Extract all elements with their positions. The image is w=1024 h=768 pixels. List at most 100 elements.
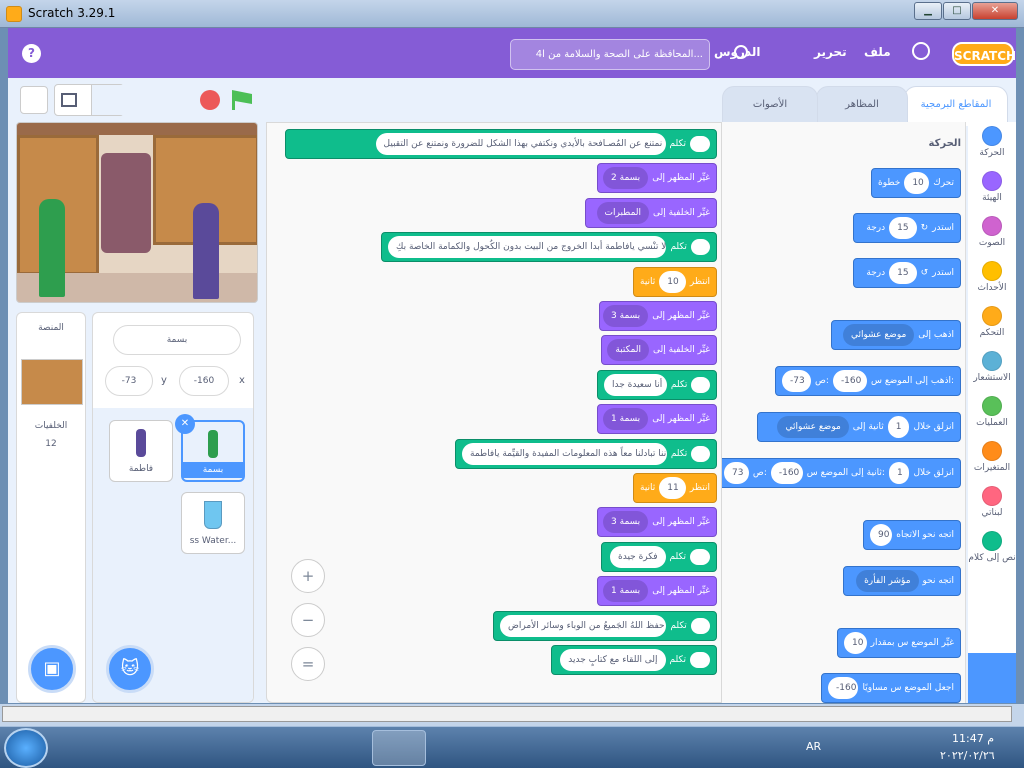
block-value-12[interactable]: فكرة جيدة xyxy=(610,545,666,568)
horizontal-scrollbar[interactable] xyxy=(2,706,1012,722)
category-5[interactable]: الاستشعار xyxy=(968,351,1016,383)
block-value-9[interactable]: بأننا تبادلنا معاً هذه المعلومات المفيدة… xyxy=(462,442,667,465)
script-block-7[interactable]: أنا سعيدة جدا تكلم xyxy=(597,369,717,400)
tab-costumes[interactable]: المظاهر xyxy=(816,86,908,124)
script-block-12[interactable]: فكرة جيدة تكلم xyxy=(601,541,717,572)
script-block-6[interactable]: المكتبة غيِّر الخلفية إلى xyxy=(601,335,717,366)
point-toward-block[interactable]: مؤشر الفأرة اتجه نحو xyxy=(843,566,961,596)
point-direction-block[interactable]: 90 اتجه نحو الاتجاه xyxy=(863,520,961,550)
category-1[interactable]: الهيئة xyxy=(968,171,1016,203)
project-title-input[interactable]: 4المحافظة على الصحة والسلامة من ا... xyxy=(510,39,710,70)
script-block-11[interactable]: بسمة 3 غيِّر المظهر إلى xyxy=(597,507,717,538)
scratch-logo[interactable]: SCRATCH xyxy=(952,42,1016,66)
glide-xy-value[interactable]: 1 xyxy=(888,462,910,484)
glide-x-value[interactable]: -160 xyxy=(770,462,803,484)
folder-icon[interactable] xyxy=(122,730,176,766)
glide-y-value[interactable]: 73 xyxy=(724,462,749,484)
category-6[interactable]: العمليات xyxy=(968,396,1016,428)
category-2[interactable]: الصوت xyxy=(968,216,1016,248)
point-value[interactable]: 90 xyxy=(870,524,893,546)
category-8[interactable]: لبناتي xyxy=(968,486,1016,518)
glide-block[interactable]: موضع عشوائي ثانية إلى 1 انزلق خلال xyxy=(757,412,961,442)
sprite-thumb-fatima[interactable]: فاطمة xyxy=(109,420,173,482)
glide-xy-block[interactable]: 73 ص: -160 ثانية إلى الموضع س: 1 انزلق خ… xyxy=(717,458,961,488)
category-4[interactable]: التحكم xyxy=(968,306,1016,338)
goto-x-value[interactable]: -160 xyxy=(832,370,868,392)
category-7[interactable]: المتغيرات xyxy=(968,441,1016,473)
block-value-14[interactable]: حفظ اللهُ الجَميعُ من الوباء وسائر الأمر… xyxy=(500,614,667,637)
move-value[interactable]: 10 xyxy=(904,172,930,194)
glide-dropdown[interactable]: موضع عشوائي xyxy=(777,416,849,438)
block-value-0[interactable]: ومع ظهور وباء الكُورُونا نمتنع عن المُصـ… xyxy=(375,133,666,155)
tutorials-button[interactable]: الدروس xyxy=(714,45,760,59)
block-dropdown-1[interactable]: بسمة 2 xyxy=(603,167,649,190)
goto-block[interactable]: موضع عشوائي اذهب إلى xyxy=(831,320,961,350)
block-dropdown-6[interactable]: المكتبة xyxy=(607,339,650,362)
glide-value[interactable]: 1 xyxy=(887,416,910,438)
stage-size-toggle[interactable] xyxy=(54,84,125,116)
script-block-15[interactable]: إلى اللقاء مع كتابٍ جديد تكلم xyxy=(551,645,717,675)
script-block-13[interactable]: بسمة 1 غيِّر المظهر إلى xyxy=(597,576,717,607)
set-x-value[interactable]: -160 xyxy=(828,677,859,699)
tab-sounds[interactable]: الأصوات xyxy=(722,86,818,124)
turn-right-value[interactable]: 15 xyxy=(889,217,917,239)
point-toward-dropdown[interactable]: مؤشر الفأرة xyxy=(856,570,919,592)
goto-dropdown[interactable]: موضع عشوائي xyxy=(842,324,915,346)
scratch-taskbar-icon[interactable] xyxy=(372,730,426,766)
sprite-thumb-water[interactable]: ss Water... xyxy=(181,492,245,554)
sprite-name-input[interactable]: بسمة xyxy=(113,325,241,355)
set-x-block[interactable]: -160 اجعل الموضع س مساويًا xyxy=(821,673,961,703)
clock-date[interactable]: ٢٠٢٢/٠٢/٢٦ xyxy=(940,749,995,762)
script-block-9[interactable]: بأننا تبادلنا معاً هذه المعلومات المفيدة… xyxy=(455,438,717,469)
script-block-14[interactable]: حفظ اللهُ الجَميعُ من الوباء وسائر الأمر… xyxy=(493,610,717,641)
turn-left-block[interactable]: درجة 15 ↺ استدر xyxy=(853,258,961,288)
turn-left-value[interactable]: 15 xyxy=(889,262,917,284)
trash-icon[interactable]: ✕ xyxy=(175,414,195,434)
media-player-icon[interactable] xyxy=(308,730,362,766)
category-9[interactable]: نص إلى كلام xyxy=(968,531,1016,563)
block-suffix-10[interactable]: ثانية xyxy=(640,483,655,493)
x-input[interactable]: -160 xyxy=(179,366,229,396)
block-value-7[interactable]: أنا سعيدة جدا xyxy=(604,373,667,396)
block-dropdown-2[interactable]: المطبرات xyxy=(596,201,650,224)
file-menu[interactable]: ملف xyxy=(864,45,891,59)
help-button[interactable]: ? xyxy=(22,44,41,63)
script-block-8[interactable]: بسمة 1 غيِّر المظهر إلى xyxy=(597,404,717,435)
category-3[interactable]: الأحداث xyxy=(968,261,1016,293)
chrome-icon[interactable] xyxy=(248,730,302,766)
block-value-3[interactable]: ولا تنْسي يافاطمة أبدا الخروج من البيت ب… xyxy=(388,236,667,259)
stage-canvas[interactable] xyxy=(16,122,258,303)
globe-icon[interactable] xyxy=(912,42,930,60)
block-dropdown-8[interactable]: بسمة 1 xyxy=(603,408,649,431)
edit-menu[interactable]: تحرير xyxy=(814,45,847,59)
script-block-4[interactable]: ثانية 10 انتظر xyxy=(633,266,717,297)
script-block-10[interactable]: ثانية 11 انتظر xyxy=(633,473,717,503)
block-dropdown-5[interactable]: بسمة 3 xyxy=(603,305,649,327)
goto-y-value[interactable]: -73 xyxy=(782,370,811,392)
clock-time[interactable]: 11:47 م xyxy=(952,732,994,745)
script-block-2[interactable]: المطبرات غيِّر الخلفية إلى xyxy=(585,197,717,228)
script-area[interactable]: ومع ظهور وباء الكُورُونا نمتنع عن المُصـ… xyxy=(266,122,722,703)
category-0[interactable]: الحركة xyxy=(968,126,1016,158)
small-stage-icon[interactable] xyxy=(61,93,77,107)
add-extension-button[interactable] xyxy=(968,653,1016,703)
turn-right-block[interactable]: درجة 15 ↻ استدر xyxy=(853,213,961,243)
minimize-button[interactable]: ▁ xyxy=(914,2,942,20)
script-block-1[interactable]: بسمة 2 غيِّر المظهر إلى xyxy=(597,163,717,194)
block-dropdown-11[interactable]: بسمة 3 xyxy=(603,511,649,534)
zoom-out-button[interactable]: − xyxy=(291,603,325,637)
maximize-button[interactable]: □ xyxy=(943,2,971,20)
ie-icon[interactable] xyxy=(62,730,116,766)
script-block-5[interactable]: بسمة 3 غيِّر المظهر إلى xyxy=(599,301,717,331)
start-button[interactable] xyxy=(4,728,48,768)
fullscreen-button[interactable] xyxy=(20,86,48,114)
language-indicator[interactable]: AR xyxy=(806,740,821,753)
zoom-reset-button[interactable]: = xyxy=(291,647,325,681)
script-block-0[interactable]: ومع ظهور وباء الكُورُونا نمتنع عن المُصـ… xyxy=(285,129,717,159)
tab-code[interactable]: المقاطع البرمجية xyxy=(904,86,1008,126)
goto-xy-block[interactable]: -73 ص: -160 اذهب إلى الموضع س: xyxy=(775,366,961,396)
sprite-basma[interactable] xyxy=(39,199,65,297)
choose-sprite-button[interactable]: 🐱 xyxy=(106,645,154,693)
choose-backdrop-button[interactable]: ▣ xyxy=(28,645,76,693)
move-steps-block[interactable]: خطوة 10 تحرك xyxy=(871,168,961,198)
